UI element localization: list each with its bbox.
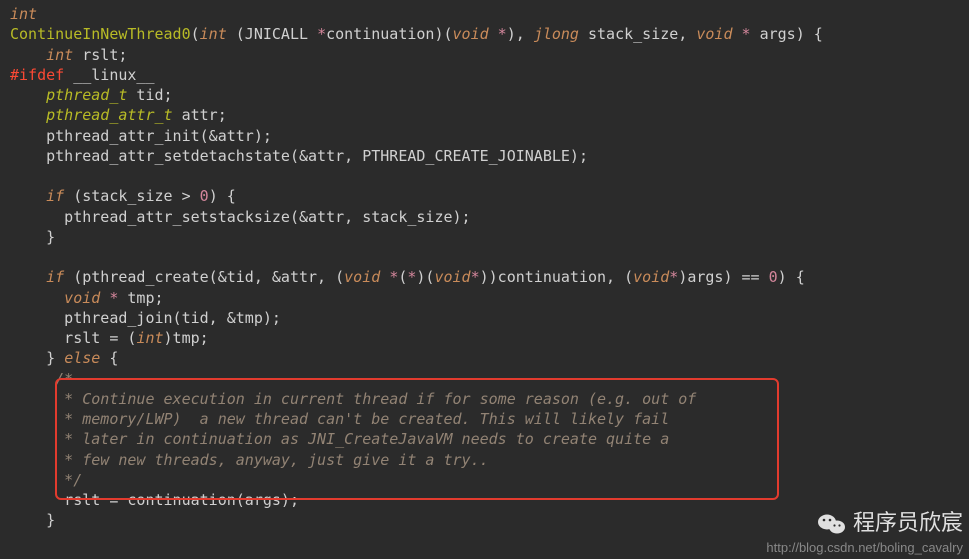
code-block: int ContinueInNewThread0(int (JNICALL *c… [0, 0, 969, 535]
ifdef: #ifdef [10, 66, 64, 84]
watermark: 程序员欣宸 http://blog.csdn.net/boling_cavalr… [760, 506, 969, 559]
kw-int: int [10, 5, 37, 23]
comment-block: /* [10, 370, 73, 388]
fn-name: ContinueInNewThread0 [10, 25, 191, 43]
wechat-icon [817, 512, 847, 536]
watermark-author: 程序员欣宸 [766, 508, 963, 538]
watermark-url: http://blog.csdn.net/boling_cavalry [766, 540, 963, 555]
